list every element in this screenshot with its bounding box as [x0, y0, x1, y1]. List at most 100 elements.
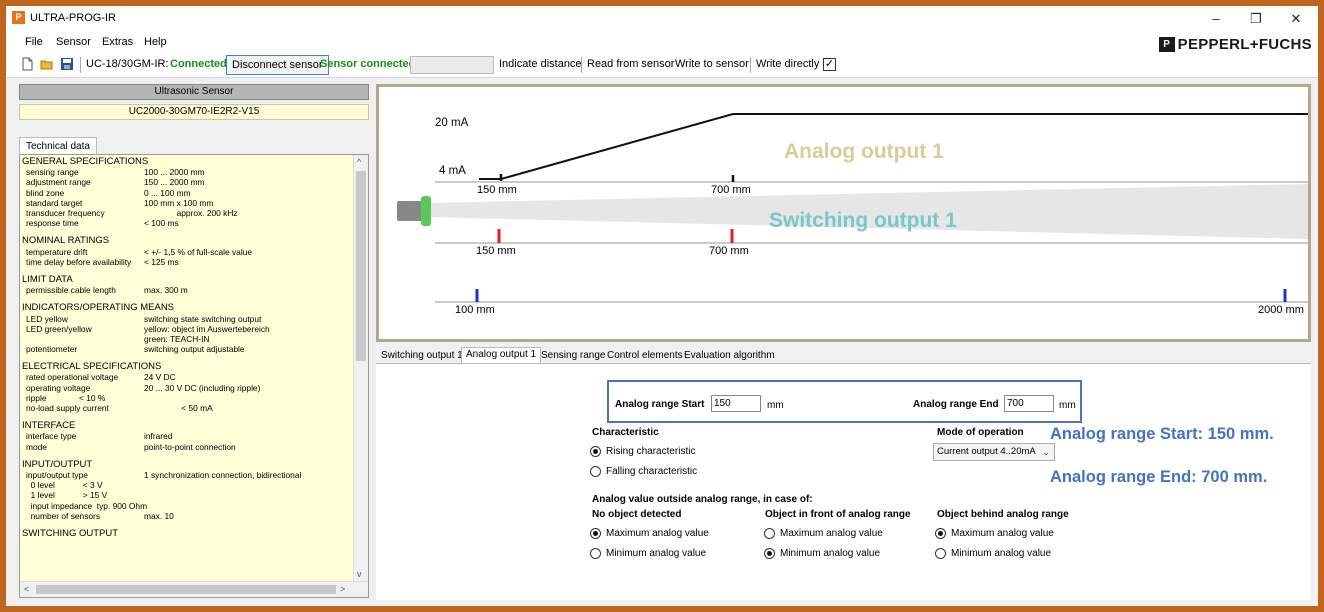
menu-help[interactable]: Help: [144, 36, 167, 48]
switch-start-label: 150 mm: [476, 245, 516, 257]
tech-row-value: switching state switching output: [144, 313, 262, 324]
distance-display: [410, 56, 494, 74]
toolbar: UC-18/30GM-IR: Connected Disconnect sens…: [6, 52, 1318, 78]
tech-row: temperature drift < +/- 1,5 % of full-sca…: [22, 247, 344, 257]
horizontal-scrollbar[interactable]: < >: [20, 581, 368, 597]
front-min-radio[interactable]: [764, 548, 775, 559]
menu-extras[interactable]: Extras: [102, 36, 133, 48]
tech-row: adjustment range 150 ... 2000 mm: [22, 177, 344, 187]
sensor-model-field: UC2000-30GM70-IE2R2-V15: [19, 104, 369, 120]
tech-row-key: permissible cable length: [26, 285, 116, 296]
tech-row-value: 150 ... 2000 mm: [144, 177, 205, 188]
tech-row: rated operational voltage 24 V DC: [22, 372, 344, 382]
tech-row-value: green: TEACH-IN: [144, 333, 210, 344]
window-title: ULTRA-PROG-IR: [30, 12, 116, 24]
tech-row: green: TEACH-IN: [22, 334, 344, 344]
analog-range-start-label: Analog range Start: [615, 399, 705, 410]
tech-row-key: input impedance typ. 900 Ohm: [26, 500, 148, 511]
tech-row: interface type infrared: [22, 431, 344, 441]
analog-range-end-input[interactable]: [1004, 395, 1054, 412]
analog-range-end-label: Analog range End: [913, 399, 999, 410]
tech-row-value: 100 mm x 100 mm: [144, 197, 214, 208]
front-max-label: Maximum analog value: [780, 528, 883, 539]
tech-section-title: INPUT/OUTPUT: [22, 458, 93, 470]
tech-row-key: response time: [26, 218, 79, 229]
mode-of-operation-select[interactable]: Current output 4..20mA ⌄: [933, 443, 1055, 461]
falling-characteristic-label: Falling characteristic: [606, 466, 698, 477]
open-folder-icon[interactable]: [40, 57, 54, 71]
close-button[interactable]: ✕: [1276, 8, 1316, 30]
range-min-label: 100 mm: [455, 304, 495, 316]
no-object-min-label: Minimum analog value: [606, 548, 707, 559]
scroll-right-icon[interactable]: >: [340, 584, 345, 594]
tech-row-value: 100 ... 2000 mm: [144, 167, 205, 178]
analog-output-panel: Analog range Start mm Analog range End m…: [376, 363, 1311, 600]
indicate-distance-button[interactable]: Indicate distance: [499, 58, 582, 70]
tab-control-elements[interactable]: Control elements: [602, 348, 688, 364]
current-low-label: 4 mA: [439, 165, 466, 177]
rising-characteristic-radio[interactable]: [590, 446, 601, 457]
pepperl-fuchs-logo: P PEPPERL+FUCHS: [1158, 36, 1312, 53]
tech-row-value: 24 V DC: [144, 372, 176, 383]
no-object-min-radio[interactable]: [590, 548, 601, 559]
behind-min-radio[interactable]: [935, 548, 946, 559]
no-object-max-radio[interactable]: [590, 528, 601, 539]
tech-row-key: potentiometer: [26, 344, 78, 355]
write-to-sensor-button[interactable]: Write to sensor: [675, 58, 749, 70]
no-object-heading: No object detected: [592, 509, 682, 520]
tech-row: number of sensors max. 10: [22, 511, 344, 521]
menu-sensor[interactable]: Sensor: [56, 36, 91, 48]
settings-tabs: Switching output 1 Analog output 1 Sensi…: [376, 347, 1316, 365]
tech-row: time delay before availability < 125 ms: [22, 257, 344, 267]
sensor-connected-status: Sensor connected: [320, 58, 416, 70]
analog-end-label: 700 mm: [711, 184, 751, 196]
tech-row: 1 level > 15 V: [22, 490, 344, 500]
technical-data-box: GENERAL SPECIFICATIONS sensing range 100 .…: [19, 154, 369, 598]
tech-section-title: NOMINAL RATINGS: [22, 235, 110, 247]
tab-evaluation-algorithm[interactable]: Evaluation algorithm: [679, 348, 780, 364]
scroll-up-icon[interactable]: ^: [357, 157, 361, 167]
front-max-radio[interactable]: [764, 528, 775, 539]
tech-section-title: INTERFACE: [22, 420, 76, 432]
vertical-scroll-thumb[interactable]: [356, 171, 366, 361]
minimize-button[interactable]: –: [1196, 8, 1236, 30]
chevron-down-icon: ⌄: [1042, 447, 1050, 457]
read-from-sensor-button[interactable]: Read from sensor: [587, 58, 674, 70]
pf-logo-mark: P: [1158, 36, 1175, 53]
write-directly-label: Write directly: [756, 58, 820, 70]
tech-section-title: ELECTRICAL SPECIFICATIONS: [22, 361, 162, 373]
disconnect-sensor-button[interactable]: Disconnect sensor: [226, 55, 329, 75]
tech-row: LED green/yellow yellow: object im Auswer…: [22, 324, 344, 334]
analog-range-start-input[interactable]: [711, 395, 761, 412]
tech-row: response time < 100 ms: [22, 218, 344, 228]
tab-sensing-range[interactable]: Sensing range: [536, 348, 611, 364]
tech-row-key: time delay before availability: [26, 256, 132, 267]
menu-file[interactable]: File: [25, 36, 43, 48]
tech-row: standard target 100 mm x 100 mm: [22, 198, 344, 208]
scroll-down-icon[interactable]: v: [357, 569, 362, 579]
save-icon[interactable]: [60, 57, 74, 71]
write-directly-checkbox[interactable]: ✓: [823, 58, 836, 71]
tab-switching-output-1[interactable]: Switching output 1: [376, 348, 468, 364]
tech-row-value: max. 300 m: [144, 285, 188, 296]
scroll-left-icon[interactable]: <: [24, 584, 29, 594]
sensor-head: [421, 196, 431, 226]
end-unit-label: mm: [1059, 400, 1076, 411]
new-file-icon[interactable]: [20, 57, 34, 71]
vertical-scrollbar[interactable]: ^ v: [353, 155, 368, 581]
characteristic-heading: Characteristic: [592, 427, 659, 438]
tech-row-key: temperature drift: [26, 246, 88, 257]
horizontal-scroll-thumb[interactable]: [36, 585, 336, 594]
falling-characteristic-radio[interactable]: [590, 466, 601, 477]
connection-status: Connected: [170, 58, 227, 70]
behind-max-radio[interactable]: [935, 528, 946, 539]
tech-row-value: point-to-point connection: [144, 441, 236, 452]
left-panel: Ultrasonic Sensor UC2000-30GM70-IE2R2-V1…: [14, 78, 370, 598]
tab-technical-data[interactable]: Technical data: [19, 137, 97, 155]
maximize-button[interactable]: ❐: [1236, 8, 1276, 30]
tech-section-title: GENERAL SPECIFICATIONS: [22, 156, 149, 167]
tech-row-value: max. 10: [144, 510, 174, 521]
toolbar-separator: [581, 57, 582, 73]
behind-max-label: Maximum analog value: [951, 528, 1054, 539]
object-front-heading: Object in front of analog range: [765, 509, 911, 520]
